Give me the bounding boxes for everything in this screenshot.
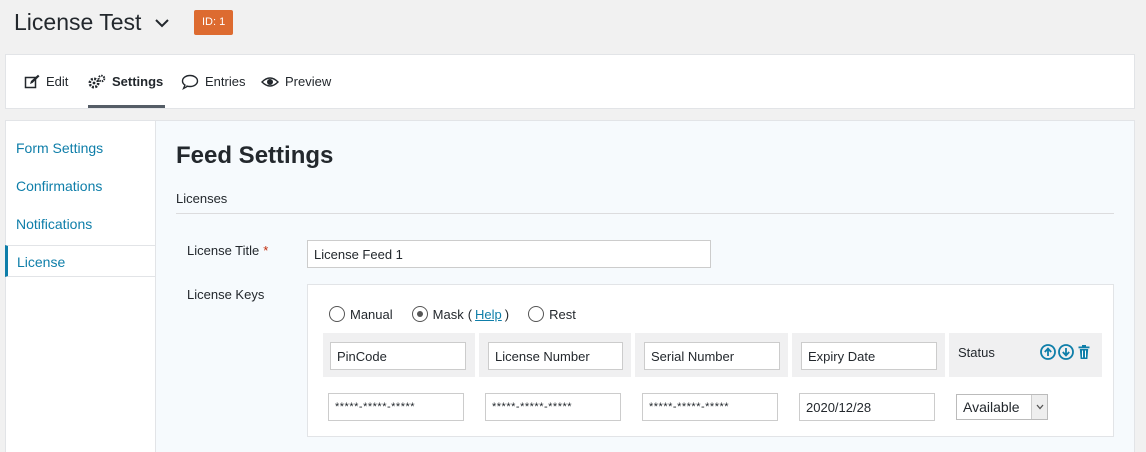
toolbar-entries[interactable]: Entries [181,55,245,108]
arrow-down-circle-icon[interactable] [1058,344,1074,360]
status-column-label: Status [958,345,995,360]
settings-sidebar: Form Settings Confirmations Notification… [5,120,156,452]
radio-manual[interactable] [329,306,345,322]
toolbar-preview[interactable]: Preview [261,55,331,108]
form-id-badge: ID: 1 [194,10,234,35]
radio-mask-label: Mask [432,306,464,322]
trash-icon[interactable] [1076,344,1092,360]
edit-icon [24,74,40,88]
radio-mask[interactable] [411,306,428,322]
column-expiry-date-input[interactable] [801,342,937,370]
column-license-number-input[interactable] [488,342,623,370]
form-toolbar: Edit Settings Entries Preview [5,54,1135,109]
section-divider [176,213,1114,214]
form-header: License Test ID: 1 [0,0,1146,54]
license-keys-label: License Keys [187,287,265,302]
serial-number-input[interactable] [642,393,778,421]
arrow-up-circle-icon[interactable] [1040,344,1056,360]
toolbar-settings[interactable]: Settings [88,55,166,108]
eye-icon [261,76,279,87]
status-select[interactable]: Available [956,394,1048,420]
license-title-label: License Title * [187,243,269,258]
column-pincode-input[interactable] [330,342,466,370]
sidebar-item-form-settings[interactable]: Form Settings [5,132,156,164]
toolbar-edit-label: Edit [46,74,69,89]
gears-icon [88,74,106,88]
chevron-down-icon[interactable] [153,14,171,32]
help-link[interactable]: Help [475,307,502,322]
radio-manual-label: Manual [350,306,393,322]
toolbar-preview-label: Preview [285,74,332,89]
sidebar-item-notifications[interactable]: Notifications [5,208,156,240]
feed-settings-panel: Feed Settings Licenses License Title * Li… [155,120,1135,452]
column-serial-number-input[interactable] [644,342,780,370]
help-open-paren: ( [467,306,473,322]
section-title: Licenses [176,191,228,206]
status-select-value: Available [963,399,1020,415]
toolbar-entries-label: Entries [205,74,246,89]
expiry-date-input[interactable] [799,393,935,421]
sidebar-item-license[interactable]: License [5,245,156,277]
mode-radio-group: Manual Mask ( Help ) Rest [329,306,595,322]
form-title: License Test [14,9,142,35]
radio-rest-label: Rest [549,306,576,322]
page-title: Feed Settings [176,142,334,169]
help-close-paren: ) [504,306,510,322]
license-title-input[interactable] [307,240,711,268]
toolbar-edit[interactable]: Edit [24,55,68,108]
pincode-input[interactable] [328,393,464,421]
comment-icon [181,74,199,90]
license-keys-box: Manual Mask ( Help ) Rest Status [307,284,1114,437]
chevron-down-icon [1031,395,1047,419]
toolbar-settings-label: Settings [112,74,164,89]
radio-rest[interactable] [528,306,545,322]
license-number-input[interactable] [485,393,621,421]
required-marker: * [263,243,269,258]
sidebar-item-confirmations[interactable]: Confirmations [5,170,156,202]
